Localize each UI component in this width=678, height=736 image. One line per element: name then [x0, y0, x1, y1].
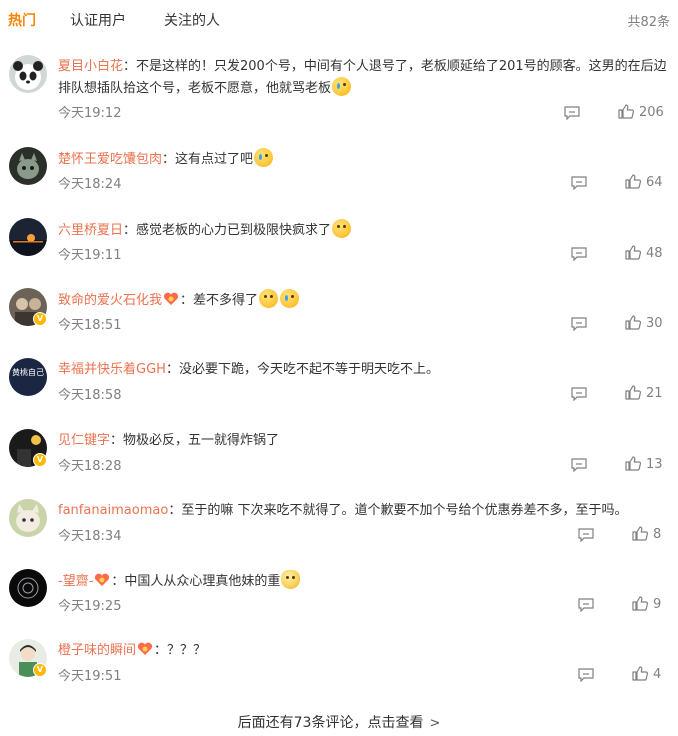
username[interactable]: 楚怀王爱吃馕包肉: [58, 152, 162, 167]
verified-badge-icon: V: [33, 453, 47, 467]
crying-face-emoji-icon: [332, 219, 352, 238]
more-comments-label: 后面还有73条评论，点击查看: [237, 715, 424, 731]
thumbs-up-icon[interactable]: [618, 104, 635, 123]
thumbs-up-icon[interactable]: [625, 385, 642, 404]
comment-time: 今天18:24: [58, 177, 122, 192]
username[interactable]: 幸福并快乐着GGH: [58, 362, 166, 377]
comment-item: V 致命的爱火石化我 ：差不多得了 今天18:51 30: [0, 287, 678, 357]
comment-tabs: 热门 认证用户 关注的人 共82条: [0, 0, 678, 38]
like-count: 8: [653, 527, 662, 542]
thumbs-up-icon[interactable]: [625, 456, 642, 475]
comment-time: 今天18:58: [58, 388, 122, 403]
comment-text: 致命的爱火石化我 ：差不多得了: [58, 289, 668, 311]
comment-body: ：物极必反，五一就得炸锅了: [110, 433, 280, 448]
verified-badge-icon: V: [33, 663, 47, 677]
sweat-emoji-icon: [254, 148, 274, 167]
reply-icon[interactable]: [571, 175, 587, 194]
like-count: 64: [646, 175, 663, 190]
verified-badge-icon: V: [33, 312, 47, 326]
comment-item: 黄桃自己 幸福并快乐着GGH：没必要下跪，今天吃不起不等于明天吃不上。 今天18…: [0, 357, 678, 427]
comment-text: 幸福并快乐着GGH：没必要下跪，今天吃不起不等于明天吃不上。: [58, 359, 668, 380]
reply-icon[interactable]: [578, 527, 594, 546]
comment-text: -望齋- ：中国人从众心理真他妹的重: [58, 570, 668, 592]
reply-icon[interactable]: [564, 105, 580, 124]
username[interactable]: 橙子味的瞬间: [58, 643, 136, 658]
comment-item: 夏目小白花：不是这样的！只发200个号，中间有个人退号了，老板顺延给了201号的…: [0, 54, 678, 124]
reply-icon[interactable]: [571, 246, 587, 265]
comment-body: ：没必要下跪，今天吃不起不等于明天吃不上。: [165, 362, 439, 377]
comment-time: 今天18:51: [58, 318, 122, 333]
comment-item: V 橙子味的瞬间 ：？？？ 今天19:51 4: [0, 638, 678, 708]
avatar-text: 黄桃自己: [12, 367, 44, 377]
comment-body: ：感觉老板的心力已到极限快疯求了: [123, 223, 332, 238]
thumbs-up-icon[interactable]: [625, 174, 642, 193]
comment-time: 今天19:11: [58, 248, 122, 263]
comment-body: ：至于的嘛 下次来吃不就得了。道个歉要不加个号给个优惠券差不多，至于吗。: [168, 503, 628, 518]
thumbs-up-icon[interactable]: [625, 315, 642, 334]
username[interactable]: 见仁键字: [58, 433, 110, 448]
avatar[interactable]: [9, 55, 47, 93]
comment-body: ：不是这样的！只发200个号，中间有个人退号了，老板顺延给了201号的顾客。这男…: [58, 59, 667, 96]
username[interactable]: 六里桥夏日: [58, 223, 123, 238]
tab-verified-users[interactable]: 认证用户: [70, 10, 126, 30]
like-count: 13: [646, 457, 663, 472]
comment-body: ：这有点过了吧: [162, 152, 254, 167]
crying-emoji-icon: [280, 289, 300, 308]
like-count: 48: [646, 246, 663, 261]
like-count: 30: [646, 316, 663, 331]
reply-icon[interactable]: [571, 316, 587, 335]
comment-item: 楚怀王爱吃馕包肉：这有点过了吧 今天18:24 64: [0, 146, 678, 216]
comment-item: -望齋- ：中国人从众心理真他妹的重 今天19:25 9: [0, 568, 678, 638]
comment-body: ：？？？: [154, 643, 207, 658]
total-comment-count: 共82条: [627, 15, 670, 30]
username[interactable]: 夏目小白花: [58, 59, 123, 74]
tab-following[interactable]: 关注的人: [164, 10, 220, 30]
comment-item: V 见仁键字：物极必反，五一就得炸锅了 今天18:28 13: [0, 428, 678, 498]
reply-icon[interactable]: [578, 597, 594, 616]
like-count: 206: [639, 105, 664, 120]
username[interactable]: fanfanaimaomao: [58, 503, 168, 518]
like-count: 9: [653, 597, 662, 612]
comment-text: 六里桥夏日：感觉老板的心力已到极限快疯求了: [58, 219, 668, 241]
thumbs-up-icon[interactable]: [632, 596, 649, 615]
thumbs-up-icon[interactable]: [625, 245, 642, 264]
avatar[interactable]: [9, 499, 47, 537]
crying-emoji-icon: [332, 77, 352, 96]
comment-item: 六里桥夏日：感觉老板的心力已到极限快疯求了 今天19:11 48: [0, 217, 678, 287]
comment-text: fanfanaimaomao：至于的嘛 下次来吃不就得了。道个歉要不加个号给个优…: [58, 500, 668, 521]
like-count: 21: [646, 386, 663, 401]
like-count: 4: [653, 667, 662, 682]
comment-item: fanfanaimaomao：至于的嘛 下次来吃不就得了。道个歉要不加个号给个优…: [0, 498, 678, 568]
username[interactable]: -望齋-: [58, 574, 93, 589]
avatar[interactable]: [9, 218, 47, 256]
comment-time: 今天19:25: [58, 599, 122, 614]
sweat-emoji-icon: [259, 289, 279, 308]
comment-text: 楚怀王爱吃馕包肉：这有点过了吧: [58, 148, 668, 170]
avatar[interactable]: 黄桃自己: [9, 358, 47, 396]
username[interactable]: 致命的爱火石化我: [58, 293, 162, 308]
comment-text: 橙子味的瞬间 ：？？？: [58, 640, 668, 661]
comment-time: 今天18:34: [58, 529, 122, 544]
comment-time: 今天19:12: [58, 106, 122, 121]
comment-body: ：差不多得了: [180, 293, 259, 308]
reply-icon[interactable]: [571, 386, 587, 405]
avatar[interactable]: [9, 569, 47, 607]
avatar[interactable]: [9, 147, 47, 185]
tab-hot[interactable]: 热门: [8, 10, 36, 30]
comment-text: 夏目小白花：不是这样的！只发200个号，中间有个人退号了，老板顺延给了201号的…: [58, 56, 668, 99]
cat-face-emoji-icon: [281, 570, 301, 589]
chevron-right-icon: >: [429, 716, 441, 731]
fan-medal-icon: [137, 642, 153, 656]
comment-time: 今天19:51: [58, 669, 122, 684]
fan-medal-icon: [163, 292, 179, 306]
reply-icon[interactable]: [571, 457, 587, 476]
thumbs-up-icon[interactable]: [632, 666, 649, 685]
comment-text: 见仁键字：物极必反，五一就得炸锅了: [58, 430, 668, 451]
reply-icon[interactable]: [578, 667, 594, 686]
more-comments-link[interactable]: 后面还有73条评论，点击查看 >: [0, 712, 678, 732]
comment-time: 今天18:28: [58, 459, 122, 474]
thumbs-up-icon[interactable]: [632, 526, 649, 545]
comment-body: ：中国人从众心理真他妹的重: [111, 574, 281, 589]
fan-medal-icon: [94, 573, 110, 587]
